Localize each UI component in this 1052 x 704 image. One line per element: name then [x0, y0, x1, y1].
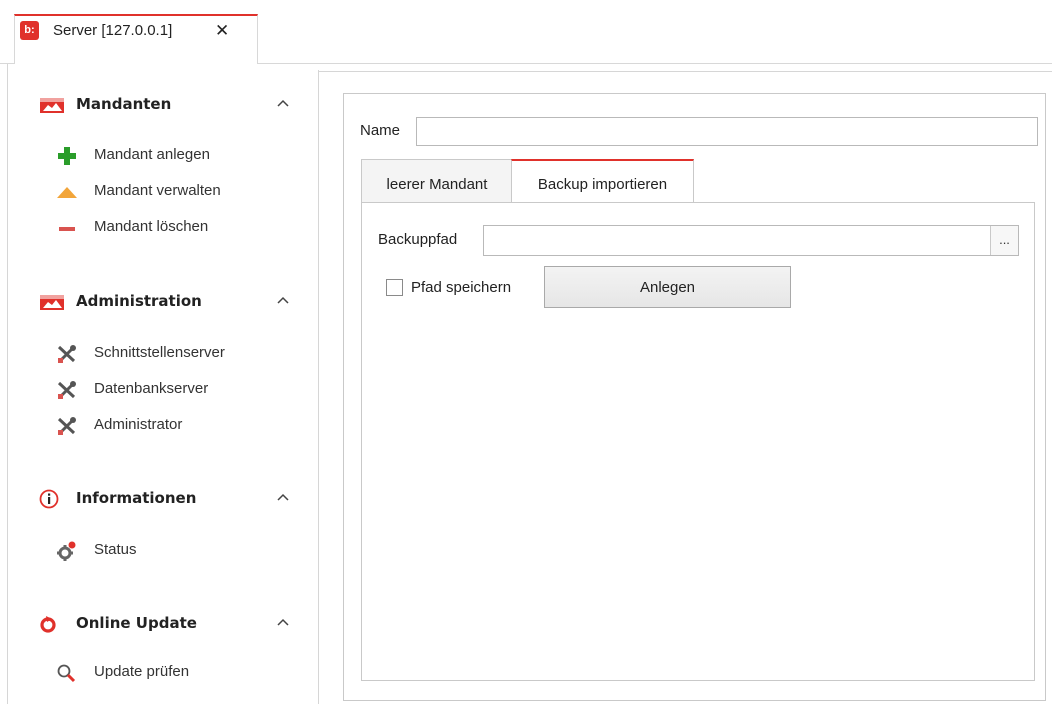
- tab-server[interactable]: b: Server [127.0.0.1] ✕: [14, 14, 258, 64]
- sidebar-item-label: Update prüfen: [94, 663, 190, 680]
- sidebar-item-mandant-anlegen[interactable]: Mandant anlegen: [56, 144, 296, 168]
- sidebar-item-label: Mandant verwalten: [94, 182, 221, 199]
- sidebar-item-mandant-loeschen[interactable]: Mandant löschen: [56, 216, 296, 240]
- chevron-up-icon[interactable]: [276, 487, 290, 507]
- triangle-up-icon: [57, 187, 77, 198]
- administration-flag-icon: [40, 295, 64, 310]
- pfad-speichern-checkbox[interactable]: [386, 279, 403, 296]
- group-informationen-header[interactable]: Informationen: [38, 487, 298, 511]
- browse-button[interactable]: ...: [990, 226, 1018, 255]
- name-label: Name: [360, 122, 401, 139]
- sidebar-item-mandant-verwalten[interactable]: Mandant verwalten: [56, 180, 296, 204]
- sidebar-item-label: Mandant löschen: [94, 218, 209, 235]
- backuppfad-input[interactable]: [483, 225, 1019, 256]
- sidebar-item-status[interactable]: Status: [56, 539, 296, 563]
- main-top-border: [319, 71, 1052, 72]
- info-icon: [39, 489, 59, 509]
- sidebar-item-label: Administrator: [94, 416, 183, 433]
- sidebar-item-label: Mandant anlegen: [94, 146, 210, 163]
- document-tab-strip: b: Server [127.0.0.1] ✕: [0, 0, 1052, 64]
- chevron-up-icon[interactable]: [276, 612, 290, 632]
- sidebar-item-label: Datenbankserver: [94, 380, 209, 397]
- tab-backup-importieren[interactable]: Backup importieren: [511, 159, 694, 203]
- refresh-icon: [40, 616, 56, 633]
- mandanten-flag-icon: [40, 98, 64, 113]
- sidebar-item-administrator[interactable]: Administrator: [56, 414, 296, 438]
- tab-backup-importieren-label: Backup importieren: [537, 176, 668, 193]
- group-informationen-title: Informationen: [76, 489, 197, 507]
- tab-leerer-mandant-label: leerer Mandant: [386, 176, 488, 193]
- backuppfad-label: Backuppfad: [378, 231, 458, 248]
- sidebar-item-label: Status: [94, 541, 137, 558]
- sidebar-item-schnittstellenserver[interactable]: Schnittstellenserver: [56, 342, 296, 366]
- anlegen-button[interactable]: Anlegen: [544, 266, 791, 308]
- tools-icon: [57, 345, 76, 363]
- group-administration-header[interactable]: Administration: [38, 290, 298, 314]
- sidebar-divider: [318, 70, 319, 704]
- tab-leerer-mandant[interactable]: leerer Mandant: [361, 159, 513, 202]
- plus-icon: [58, 147, 76, 165]
- tab-strip-baseline: [258, 63, 1052, 64]
- sidebar-item-update-pruefen[interactable]: Update prüfen: [56, 661, 296, 685]
- group-mandanten-title: Mandanten: [76, 95, 172, 113]
- group-administration-title: Administration: [76, 292, 202, 310]
- group-online-update-header[interactable]: Online Update: [38, 612, 298, 636]
- sidebar-item-label: Schnittstellenserver: [94, 344, 225, 361]
- pfad-speichern-label[interactable]: Pfad speichern: [411, 279, 511, 296]
- chevron-up-icon[interactable]: [276, 290, 290, 310]
- tools-icon: [57, 417, 76, 435]
- tools-icon: [57, 381, 76, 399]
- gear-status-icon: [57, 541, 76, 561]
- name-input[interactable]: [416, 117, 1038, 146]
- group-mandanten-header[interactable]: Mandanten: [38, 93, 298, 117]
- close-icon[interactable]: ✕: [215, 21, 229, 41]
- app-logo-icon: b:: [20, 21, 39, 40]
- sidebar-item-datenbankserver[interactable]: Datenbankserver: [56, 378, 296, 402]
- search-icon: [57, 664, 76, 683]
- group-online-update-title: Online Update: [76, 614, 197, 632]
- tab-server-label: Server [127.0.0.1]: [53, 22, 173, 39]
- chevron-up-icon[interactable]: [276, 93, 290, 113]
- minus-icon: [59, 227, 75, 231]
